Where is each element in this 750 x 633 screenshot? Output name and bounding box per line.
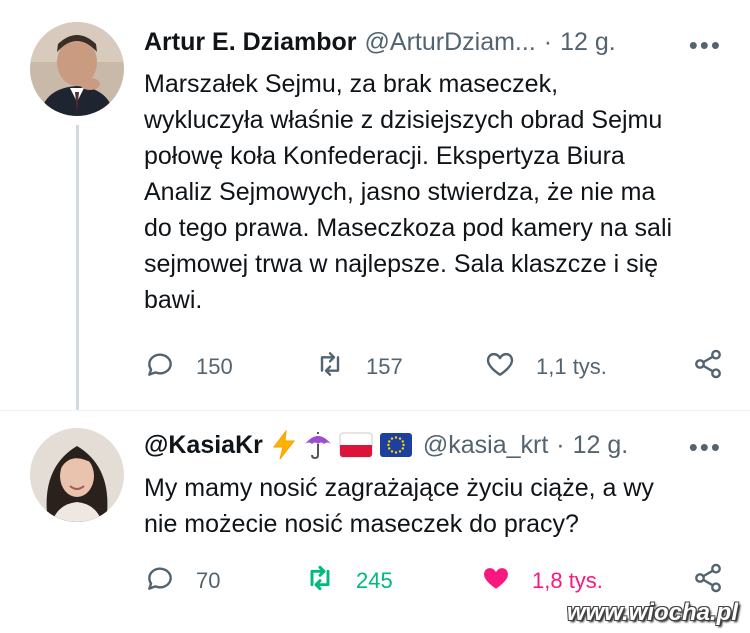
more-options-icon[interactable]: ••• bbox=[689, 30, 722, 61]
tweet-1[interactable]: Artur E. Dziambor @ArturDziam... · 12 g.… bbox=[0, 0, 750, 410]
retweet-icon bbox=[304, 562, 336, 600]
umbrella-emoji bbox=[303, 430, 333, 460]
tweet-actions: 150 157 1,1 tys. bbox=[144, 348, 730, 388]
timestamp[interactable]: 12 g. bbox=[573, 431, 629, 460]
like-button[interactable]: 1,1 tys. bbox=[484, 348, 607, 386]
retweet-button[interactable]: 157 bbox=[314, 348, 403, 386]
retweet-icon bbox=[314, 348, 346, 386]
heart-icon bbox=[480, 562, 512, 600]
author-name[interactable]: Artur E. Dziambor bbox=[144, 28, 357, 57]
tweet-actions: 70 245 1,8 tys. bbox=[144, 562, 730, 602]
eu-flag-emoji bbox=[379, 432, 413, 458]
tweet-text-line: wykluczyła właśnie z dzisiejszych obrad … bbox=[144, 106, 663, 134]
tweet-text-line: My mamy nosić zagrażające życiu ciąże, a… bbox=[144, 474, 654, 502]
author-handle[interactable]: @kasia_krt bbox=[423, 431, 548, 460]
like-button[interactable]: 1,8 tys. bbox=[480, 562, 603, 600]
reply-icon bbox=[144, 348, 176, 386]
more-options-icon[interactable]: ••• bbox=[689, 432, 722, 463]
reply-button[interactable]: 70 bbox=[144, 562, 220, 600]
tweet-header: Artur E. Dziambor @ArturDziam... · 12 g. bbox=[144, 28, 730, 57]
tweet-text: My mamy nosić zagrażające życiu ciąże, a… bbox=[144, 470, 734, 542]
reply-count: 150 bbox=[196, 354, 233, 379]
author-name[interactable]: @KasiaKr bbox=[144, 431, 263, 460]
tweet-text-line: sejmowej trwa w najlepsze. Sala klaszcze… bbox=[144, 250, 659, 278]
tweet-header: @KasiaKr @kasia_krt · 12 g. bbox=[144, 430, 730, 460]
tweet-text-line: nie możecie nosić maseczek do pracy? bbox=[144, 510, 579, 538]
thread-line bbox=[76, 125, 79, 410]
separator-dot: · bbox=[556, 430, 565, 459]
retweet-button[interactable]: 245 bbox=[304, 562, 393, 600]
reply-icon bbox=[144, 562, 176, 600]
share-button[interactable] bbox=[692, 562, 724, 600]
avatar-kasia[interactable] bbox=[30, 428, 124, 522]
poland-flag-emoji bbox=[339, 432, 373, 458]
tweet-text-line: połowę koła Konfederacji. Ekspertyza Biu… bbox=[144, 142, 625, 170]
avatar-artur[interactable] bbox=[30, 22, 124, 116]
tweet-text-line: Marszałek Sejmu, za brak maseczek, bbox=[144, 70, 559, 98]
heart-icon bbox=[484, 348, 516, 386]
watermark: www.wiocha.pl bbox=[566, 599, 738, 626]
share-button[interactable] bbox=[692, 348, 724, 386]
share-icon bbox=[692, 562, 724, 600]
retweet-count: 245 bbox=[356, 568, 393, 593]
tweet-text-line: bawi. bbox=[144, 286, 203, 314]
share-icon bbox=[692, 348, 724, 386]
tweet-text-line: do tego prawa. Maseczkoza pod kamery na … bbox=[144, 214, 673, 242]
author-handle[interactable]: @ArturDziam... bbox=[365, 28, 536, 57]
reply-button[interactable]: 150 bbox=[144, 348, 233, 386]
retweet-count: 157 bbox=[366, 354, 403, 379]
lightning-emoji bbox=[271, 430, 297, 460]
separator-dot: · bbox=[543, 28, 553, 56]
timestamp[interactable]: 12 g. bbox=[560, 28, 616, 57]
like-count: 1,1 tys. bbox=[536, 354, 607, 379]
tweet-text: Marszałek Sejmu, za brak maseczek, wyklu… bbox=[144, 66, 734, 318]
reply-count: 70 bbox=[196, 568, 221, 593]
like-count: 1,8 tys. bbox=[532, 568, 603, 593]
tweet-text-line: Analiz Sejmowych, jasno stwierdza, że ni… bbox=[144, 178, 656, 206]
